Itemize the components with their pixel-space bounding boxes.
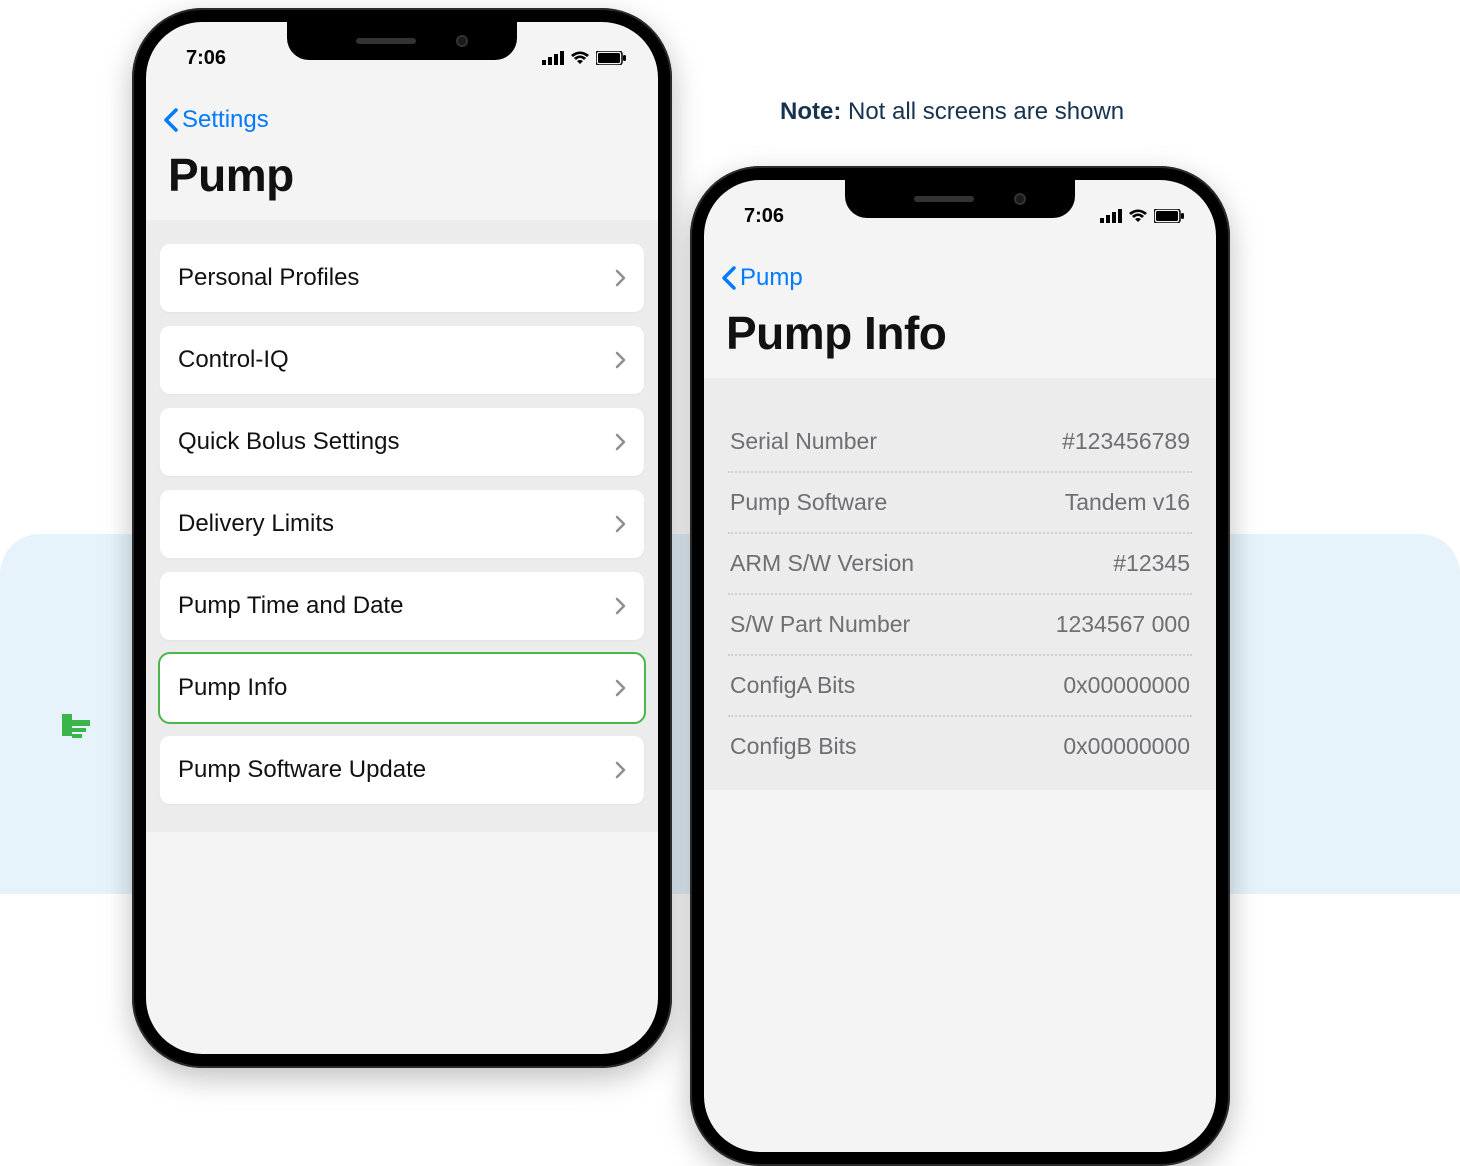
info-row-sw-part-number: S/W Part Number 1234567 000 xyxy=(728,595,1192,656)
info-row-configb-bits: ConfigB Bits 0x00000000 xyxy=(728,717,1192,776)
list-item-label: Pump Time and Date xyxy=(178,592,403,620)
chevron-right-icon xyxy=(615,597,626,615)
info-label: ConfigA Bits xyxy=(730,672,855,699)
chevron-right-icon xyxy=(615,433,626,451)
list-item-label: Control-IQ xyxy=(178,346,289,374)
info-label: Serial Number xyxy=(730,428,877,455)
list-item-pump-time-date[interactable]: Pump Time and Date xyxy=(160,572,644,640)
note-text: Note: Not all screens are shown xyxy=(780,98,1124,126)
battery-icon xyxy=(1154,209,1184,223)
cellular-icon xyxy=(1100,209,1122,223)
note-label: Note: xyxy=(780,98,841,125)
info-label: S/W Part Number xyxy=(730,611,910,638)
info-value: Tandem v16 xyxy=(1065,489,1190,516)
phone-pump-info: 7:06 Pump Pump Info Serial Number #12345… xyxy=(690,166,1230,1166)
status-indicators xyxy=(542,51,626,65)
list-item-label: Quick Bolus Settings xyxy=(178,428,399,456)
battery-icon xyxy=(596,51,626,65)
pointing-hand-icon xyxy=(62,710,100,745)
back-button[interactable]: Pump xyxy=(704,234,1216,300)
list-item-control-iq[interactable]: Control-IQ xyxy=(160,326,644,394)
chevron-right-icon xyxy=(615,515,626,533)
status-time: 7:06 xyxy=(186,47,226,70)
chevron-right-icon xyxy=(615,679,626,697)
info-row-configa-bits: ConfigA Bits 0x00000000 xyxy=(728,656,1192,717)
wifi-icon xyxy=(570,51,590,65)
info-value: #12345 xyxy=(1113,550,1190,577)
list-item-quick-bolus[interactable]: Quick Bolus Settings xyxy=(160,408,644,476)
menu-section: Personal Profiles Control-IQ Quick Bolus… xyxy=(146,220,658,832)
info-value: #123456789 xyxy=(1062,428,1190,455)
info-value: 0x00000000 xyxy=(1063,672,1190,699)
info-row-arm-sw-version: ARM S/W Version #12345 xyxy=(728,534,1192,595)
back-label: Pump xyxy=(740,264,803,292)
status-indicators xyxy=(1100,209,1184,223)
chevron-right-icon xyxy=(615,269,626,287)
info-value: 1234567 000 xyxy=(1056,611,1190,638)
phone-pump-menu: 7:06 Settings Pump Personal Profiles Con… xyxy=(132,8,672,1068)
note-body: Not all screens are shown xyxy=(848,98,1124,125)
page-title: Pump xyxy=(146,142,658,220)
page-title: Pump Info xyxy=(704,300,1216,378)
info-section: Serial Number #123456789 Pump Software T… xyxy=(704,378,1216,790)
list-item-pump-software-update[interactable]: Pump Software Update xyxy=(160,736,644,804)
chevron-left-icon xyxy=(720,266,736,290)
info-label: ConfigB Bits xyxy=(730,733,857,760)
wifi-icon xyxy=(1128,209,1148,223)
list-item-label: Delivery Limits xyxy=(178,510,334,538)
phone-notch xyxy=(287,22,517,60)
info-value: 0x00000000 xyxy=(1063,733,1190,760)
phone-notch xyxy=(845,180,1075,218)
list-item-label: Pump Info xyxy=(178,674,287,702)
list-item-delivery-limits[interactable]: Delivery Limits xyxy=(160,490,644,558)
back-label: Settings xyxy=(182,106,269,134)
status-time: 7:06 xyxy=(744,205,784,228)
back-button[interactable]: Settings xyxy=(146,76,658,142)
list-item-label: Personal Profiles xyxy=(178,264,359,292)
list-item-personal-profiles[interactable]: Personal Profiles xyxy=(160,244,644,312)
chevron-right-icon xyxy=(615,351,626,369)
chevron-right-icon xyxy=(615,761,626,779)
list-item-pump-info[interactable]: Pump Info xyxy=(160,654,644,722)
info-label: Pump Software xyxy=(730,489,887,516)
list-item-label: Pump Software Update xyxy=(178,756,426,784)
chevron-left-icon xyxy=(162,108,178,132)
info-row-pump-software: Pump Software Tandem v16 xyxy=(728,473,1192,534)
cellular-icon xyxy=(542,51,564,65)
info-row-serial-number: Serial Number #123456789 xyxy=(728,412,1192,473)
info-label: ARM S/W Version xyxy=(730,550,914,577)
